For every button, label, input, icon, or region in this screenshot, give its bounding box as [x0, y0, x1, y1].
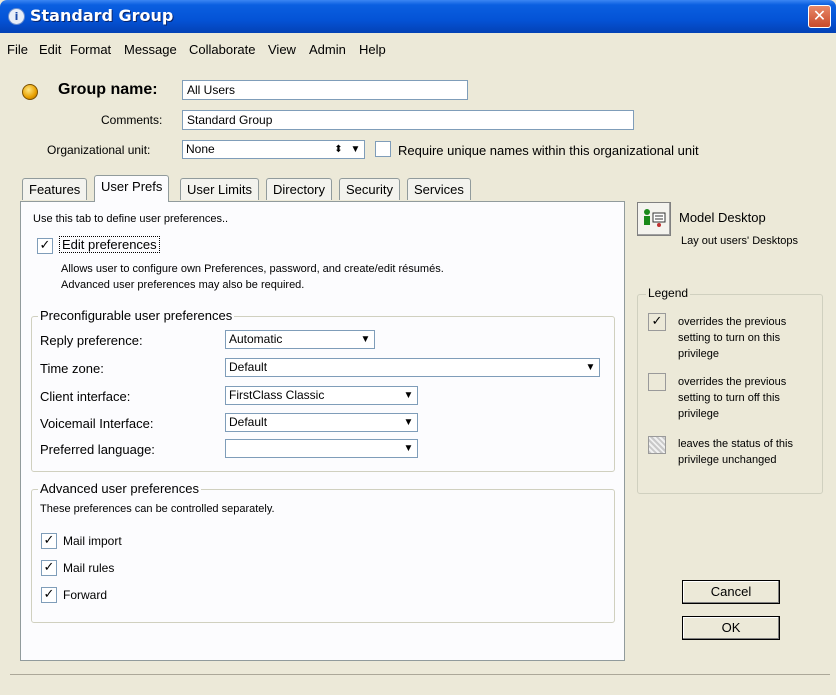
legend-off-text: overrides the previous setting to turn o…	[678, 376, 787, 420]
time-zone-value: Default	[229, 360, 268, 374]
client-interface-value: FirstClass Classic	[229, 388, 325, 402]
chevron-down-icon[interactable]: ▼	[400, 414, 417, 431]
preferred-language-select[interactable]: ▼	[225, 439, 418, 458]
legend-on-swatch: ✓	[648, 313, 666, 331]
reply-preference-value: Automatic	[229, 332, 283, 346]
model-desktop-button[interactable]	[637, 202, 671, 236]
mail-import-checkbox[interactable]: ✓	[41, 533, 57, 549]
group-name-input[interactable]: All Users	[182, 80, 468, 100]
spinner-icon[interactable]: ⬍	[330, 141, 347, 158]
preconfigurable-title: Preconfigurable user preferences	[38, 308, 235, 323]
tab-user-prefs[interactable]: User Prefs	[94, 175, 170, 202]
menu-help[interactable]: Help	[359, 42, 386, 57]
tab-directory[interactable]: Directory	[266, 178, 333, 200]
edit-preferences-label[interactable]: Edit preferences	[59, 236, 160, 253]
legend-on-text: overrides the previous setting to turn o…	[678, 316, 787, 360]
chevron-down-icon[interactable]: ▼	[400, 440, 417, 457]
voicemail-interface-select[interactable]: Default ▼	[225, 413, 418, 432]
preferred-language-label: Preferred language:	[40, 442, 155, 457]
menu-edit[interactable]: Edit	[39, 42, 61, 57]
menu-view[interactable]: View	[268, 42, 296, 57]
legend-unchanged-swatch	[648, 436, 666, 454]
cancel-button[interactable]: Cancel	[682, 580, 780, 604]
client-interface-select[interactable]: FirstClass Classic ▼	[225, 386, 418, 405]
close-icon: ✕	[812, 6, 827, 25]
preconfigurable-group: Preconfigurable user preferences Reply p…	[31, 308, 615, 472]
edit-preferences-desc-1: Allows user to configure own Preferences…	[61, 263, 444, 275]
users-desktop-icon	[644, 209, 666, 227]
comments-input[interactable]: Standard Group	[182, 110, 634, 130]
user-prefs-panel: Use this tab to define user preferences.…	[20, 201, 625, 661]
mail-import-label: Mail import	[63, 534, 122, 548]
edit-preferences-checkbox[interactable]: ✓	[37, 238, 53, 254]
menu-collaborate[interactable]: Collaborate	[189, 42, 256, 57]
legend-unchanged-text: leaves the status of this privilege unch…	[678, 438, 793, 466]
menu-message[interactable]: Message	[124, 42, 177, 57]
org-unit-value: None	[186, 142, 215, 156]
legend-off-swatch	[648, 373, 666, 391]
org-unit-select[interactable]: None ⬍ ▼	[182, 140, 365, 159]
require-unique-label: Require unique names within this organiz…	[398, 143, 699, 158]
group-icon	[22, 84, 38, 100]
advanced-title: Advanced user preferences	[38, 481, 201, 496]
tab-security[interactable]: Security	[339, 178, 400, 200]
voicemail-interface-value: Default	[229, 415, 268, 429]
model-desktop-label: Model Desktop	[679, 210, 766, 225]
tab-services[interactable]: Services	[407, 178, 471, 200]
mail-rules-checkbox[interactable]: ✓	[41, 560, 57, 576]
advanced-desc: These preferences can be controlled sepa…	[40, 503, 275, 515]
chevron-down-icon[interactable]: ▼	[347, 141, 364, 158]
voicemail-interface-label: Voicemail Interface:	[40, 416, 154, 431]
require-unique-checkbox[interactable]	[375, 141, 391, 157]
chevron-down-icon[interactable]: ▼	[357, 331, 374, 348]
title-bar: i Standard Group ✕	[0, 0, 836, 33]
group-name-label: Group name:	[58, 81, 158, 98]
reply-preference-label: Reply preference:	[40, 333, 143, 348]
close-button[interactable]: ✕	[808, 5, 831, 28]
mail-rules-label: Mail rules	[63, 561, 115, 575]
chevron-down-icon[interactable]: ▼	[400, 387, 417, 404]
tab-user-limits[interactable]: User Limits	[180, 178, 260, 200]
legend-group: Legend ✓ overrides the previous setting …	[637, 286, 823, 494]
comments-label: Comments:	[101, 113, 163, 127]
time-zone-label: Time zone:	[40, 361, 104, 376]
menu-format[interactable]: Format	[70, 42, 111, 57]
menu-admin[interactable]: Admin	[309, 42, 346, 57]
forward-checkbox[interactable]: ✓	[41, 587, 57, 603]
org-unit-label: Organizational unit:	[47, 143, 151, 157]
advanced-group: Advanced user preferences These preferen…	[31, 481, 615, 623]
model-desktop-desc: Lay out users' Desktops	[681, 235, 799, 247]
panel-intro: Use this tab to define user preferences.…	[33, 213, 229, 225]
chevron-down-icon[interactable]: ▼	[582, 359, 599, 376]
app-icon: i	[8, 8, 25, 25]
status-divider	[10, 674, 830, 675]
menu-file[interactable]: File	[7, 42, 28, 57]
tab-features[interactable]: Features	[22, 178, 88, 200]
reply-preference-select[interactable]: Automatic ▼	[225, 330, 375, 349]
time-zone-select[interactable]: Default ▼	[225, 358, 600, 377]
ok-button[interactable]: OK	[682, 616, 780, 640]
legend-title: Legend	[646, 286, 691, 300]
edit-preferences-desc-2: Advanced user preferences may also be re…	[61, 279, 305, 291]
forward-label: Forward	[63, 588, 108, 602]
client-interface-label: Client interface:	[40, 389, 131, 404]
window-title: Standard Group	[30, 6, 174, 25]
